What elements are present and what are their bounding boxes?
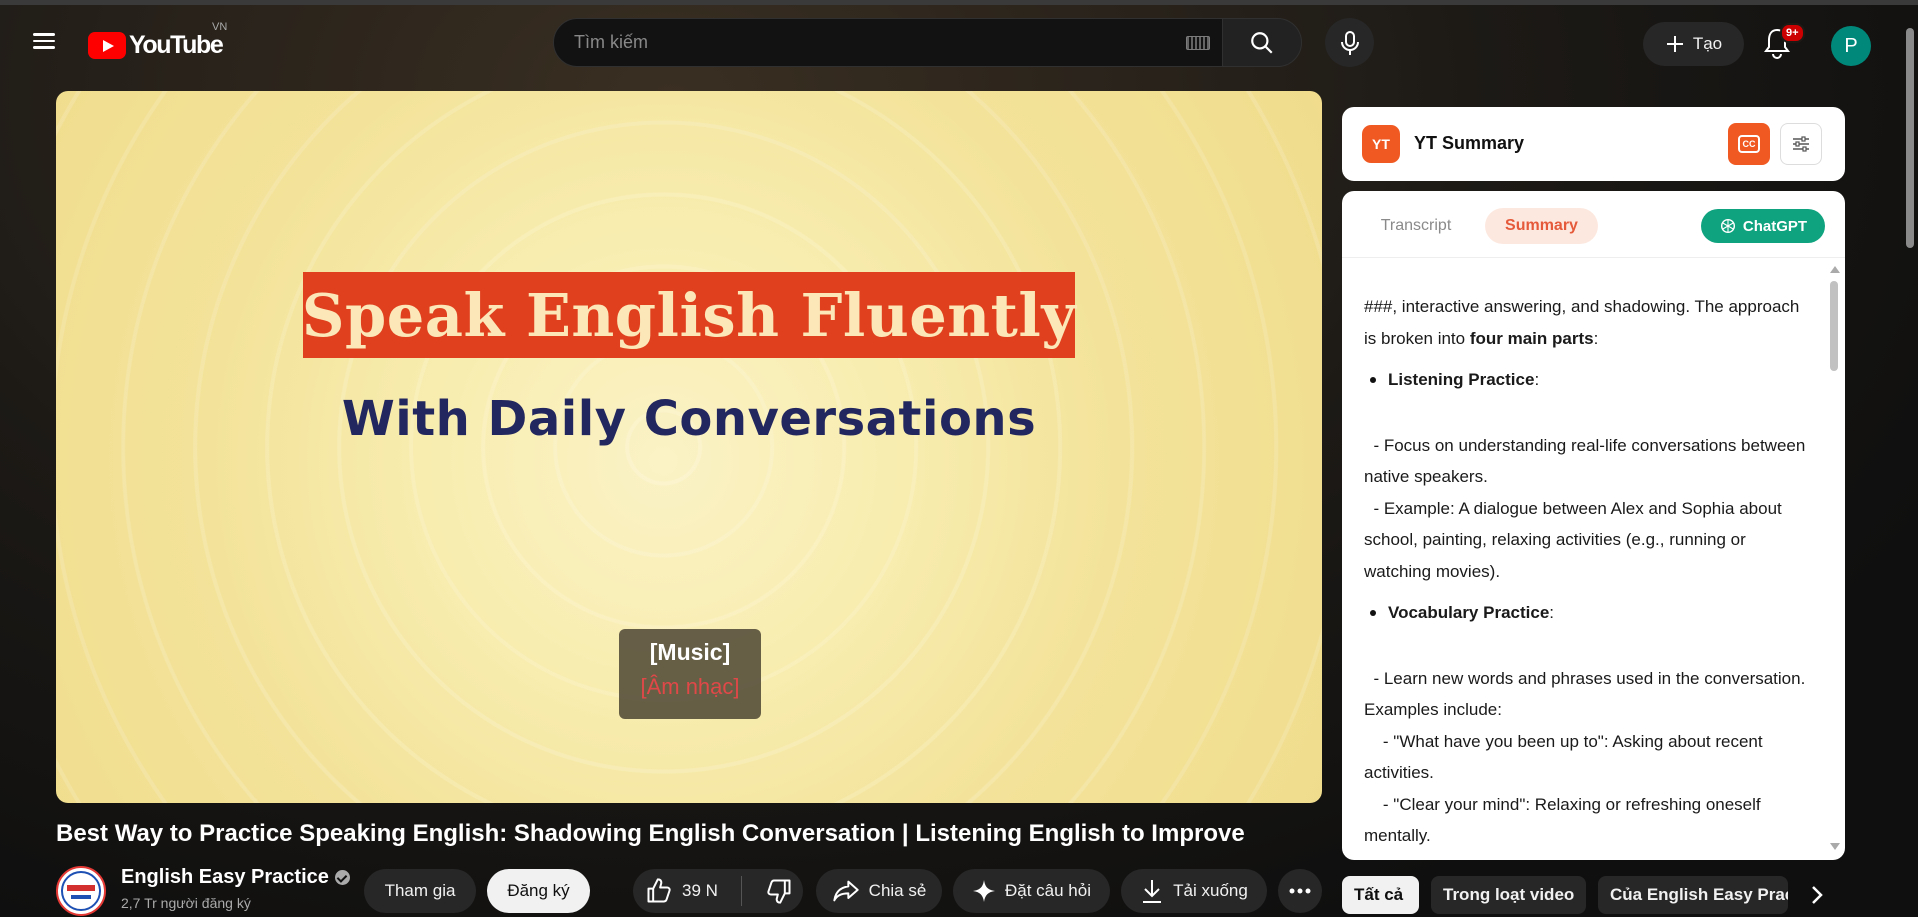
join-label: Tham gia	[384, 881, 456, 900]
summary-intro: ###, interactive answering, and shadowin…	[1364, 291, 1814, 354]
chatgpt-label: ChatGPT	[1742, 217, 1808, 235]
thumbs-up-icon	[647, 878, 671, 903]
chatgpt-button[interactable]: ChatGPT	[1701, 209, 1825, 243]
summary-line: - Example: A dialogue between Alex and S…	[1364, 498, 1787, 581]
captions-button[interactable]: CC	[1728, 123, 1770, 165]
share-icon	[833, 880, 859, 902]
caption-box: [Music] [Âm nhạc]	[619, 629, 761, 719]
summary-section-listening: Listening Practice:	[1364, 364, 1814, 396]
summary-line: - "What have you been up to": Asking abo…	[1364, 731, 1768, 783]
share-label: Chia sẻ	[868, 881, 927, 900]
yt-summary-title: YT Summary	[1414, 133, 1525, 153]
more-actions-button[interactable]	[1278, 869, 1322, 913]
summary-line: - "Clear your mind": Relaxing or refresh…	[1364, 794, 1766, 846]
join-button[interactable]: Tham gia	[364, 869, 476, 913]
like-button[interactable]: 39 N	[645, 877, 718, 905]
summary-settings-button[interactable]	[1780, 123, 1822, 165]
ask-label: Đặt câu hỏi	[1005, 881, 1091, 900]
yt-summary-badge: YT	[1362, 125, 1400, 163]
youtube-play-icon	[88, 31, 126, 59]
video-overlay-subtitle: With Daily Conversations	[341, 391, 1037, 447]
summary-section-vocabulary: Vocabulary Practice:	[1364, 597, 1814, 629]
like-count: 39 N	[682, 881, 718, 900]
more-horizontal-icon	[1289, 888, 1311, 894]
tab-divider	[1342, 257, 1845, 258]
search-button[interactable]	[1222, 18, 1302, 67]
caption-secondary: [Âm nhạc]	[640, 674, 740, 699]
subscriber-count: 2,7 Tr người đăng ký	[121, 895, 251, 911]
voice-search-button[interactable]	[1325, 18, 1374, 67]
like-dislike-group: 39 N	[633, 869, 803, 913]
masthead: YouTube VN Tạo 9+ P	[0, 5, 1918, 79]
openai-icon	[1720, 218, 1735, 234]
ask-button[interactable]: Đặt câu hỏi	[953, 869, 1110, 913]
cc-icon: CC	[1738, 135, 1760, 153]
create-label: Tạo	[1692, 34, 1723, 53]
summary-line: - Focus on understanding real-life conve…	[1364, 435, 1811, 487]
section-title: Vocabulary Practice	[1388, 603, 1550, 622]
tab-summary[interactable]: Summary	[1485, 208, 1598, 244]
search-input[interactable]	[574, 32, 1154, 53]
summary-line: - Learn new words and phrases used in th…	[1364, 668, 1811, 720]
summary-content: ###, interactive answering, and shadowin…	[1364, 291, 1814, 852]
video-overlay-banner: Speak English Fluently	[301, 272, 1077, 358]
sliders-icon	[1793, 136, 1809, 152]
section-title: Listening Practice	[1388, 370, 1535, 389]
search-icon	[1251, 31, 1273, 54]
subscribe-label: Đăng ký	[507, 881, 570, 900]
subscribe-button[interactable]: Đăng ký	[487, 869, 590, 913]
chips-next-button[interactable]	[1798, 876, 1836, 914]
summary-intro-bold: four main parts	[1469, 328, 1594, 348]
summary-scroll-thumb[interactable]	[1830, 281, 1838, 371]
share-button[interactable]: Chia sẻ	[816, 869, 942, 913]
scroll-up-arrow-icon[interactable]	[1830, 266, 1840, 273]
chip-in-series[interactable]: Trong loạt video	[1431, 876, 1586, 914]
dislike-button[interactable]	[765, 877, 793, 905]
create-button[interactable]: Tạo	[1643, 22, 1744, 66]
country-code: VN	[212, 21, 228, 33]
video-overlay-title: Speak English Fluently	[301, 280, 1077, 350]
user-avatar[interactable]: P	[1831, 26, 1871, 66]
download-button[interactable]: Tải xuống	[1121, 869, 1267, 913]
page-scrollbar[interactable]	[1906, 28, 1914, 248]
search-box	[553, 18, 1223, 67]
channel-name: English Easy Practice	[121, 866, 329, 888]
summary-intro-end: :	[1593, 328, 1599, 348]
logo-text: YouTube	[129, 30, 224, 59]
verified-icon	[334, 870, 350, 885]
caption-primary: [Music]	[649, 639, 731, 665]
sparkle-icon	[973, 880, 995, 902]
channel-name-link[interactable]: English Easy Practice	[121, 866, 350, 889]
notification-badge: 9+	[1780, 23, 1805, 43]
scroll-down-arrow-icon[interactable]	[1830, 843, 1840, 850]
youtube-logo[interactable]: YouTube	[88, 29, 224, 61]
video-player[interactable]: Speak English Fluently With Daily Conver…	[56, 91, 1322, 803]
yt-summary-header: YT YT Summary CC	[1342, 107, 1845, 181]
keyboard-icon[interactable]	[1186, 36, 1210, 50]
chevron-right-icon	[1812, 886, 1823, 904]
tab-transcript[interactable]: Transcript	[1366, 208, 1466, 244]
channel-avatar[interactable]	[56, 866, 106, 916]
menu-icon[interactable]	[26, 29, 62, 65]
like-separator	[740, 876, 742, 906]
microphone-icon	[1340, 30, 1359, 55]
video-title: Best Way to Practice Speaking English: S…	[56, 820, 1245, 847]
plus-icon	[1666, 36, 1683, 52]
channel-logo-icon	[61, 871, 101, 911]
chip-all[interactable]: Tất cả	[1342, 876, 1419, 914]
chip-from-channel[interactable]: Của English Easy Practice	[1598, 876, 1788, 914]
download-icon	[1143, 880, 1162, 903]
yt-summary-panel: Transcript Summary ChatGPT ###, interact…	[1342, 191, 1845, 860]
download-label: Tải xuống	[1173, 881, 1248, 900]
thumbs-down-icon	[767, 879, 791, 904]
